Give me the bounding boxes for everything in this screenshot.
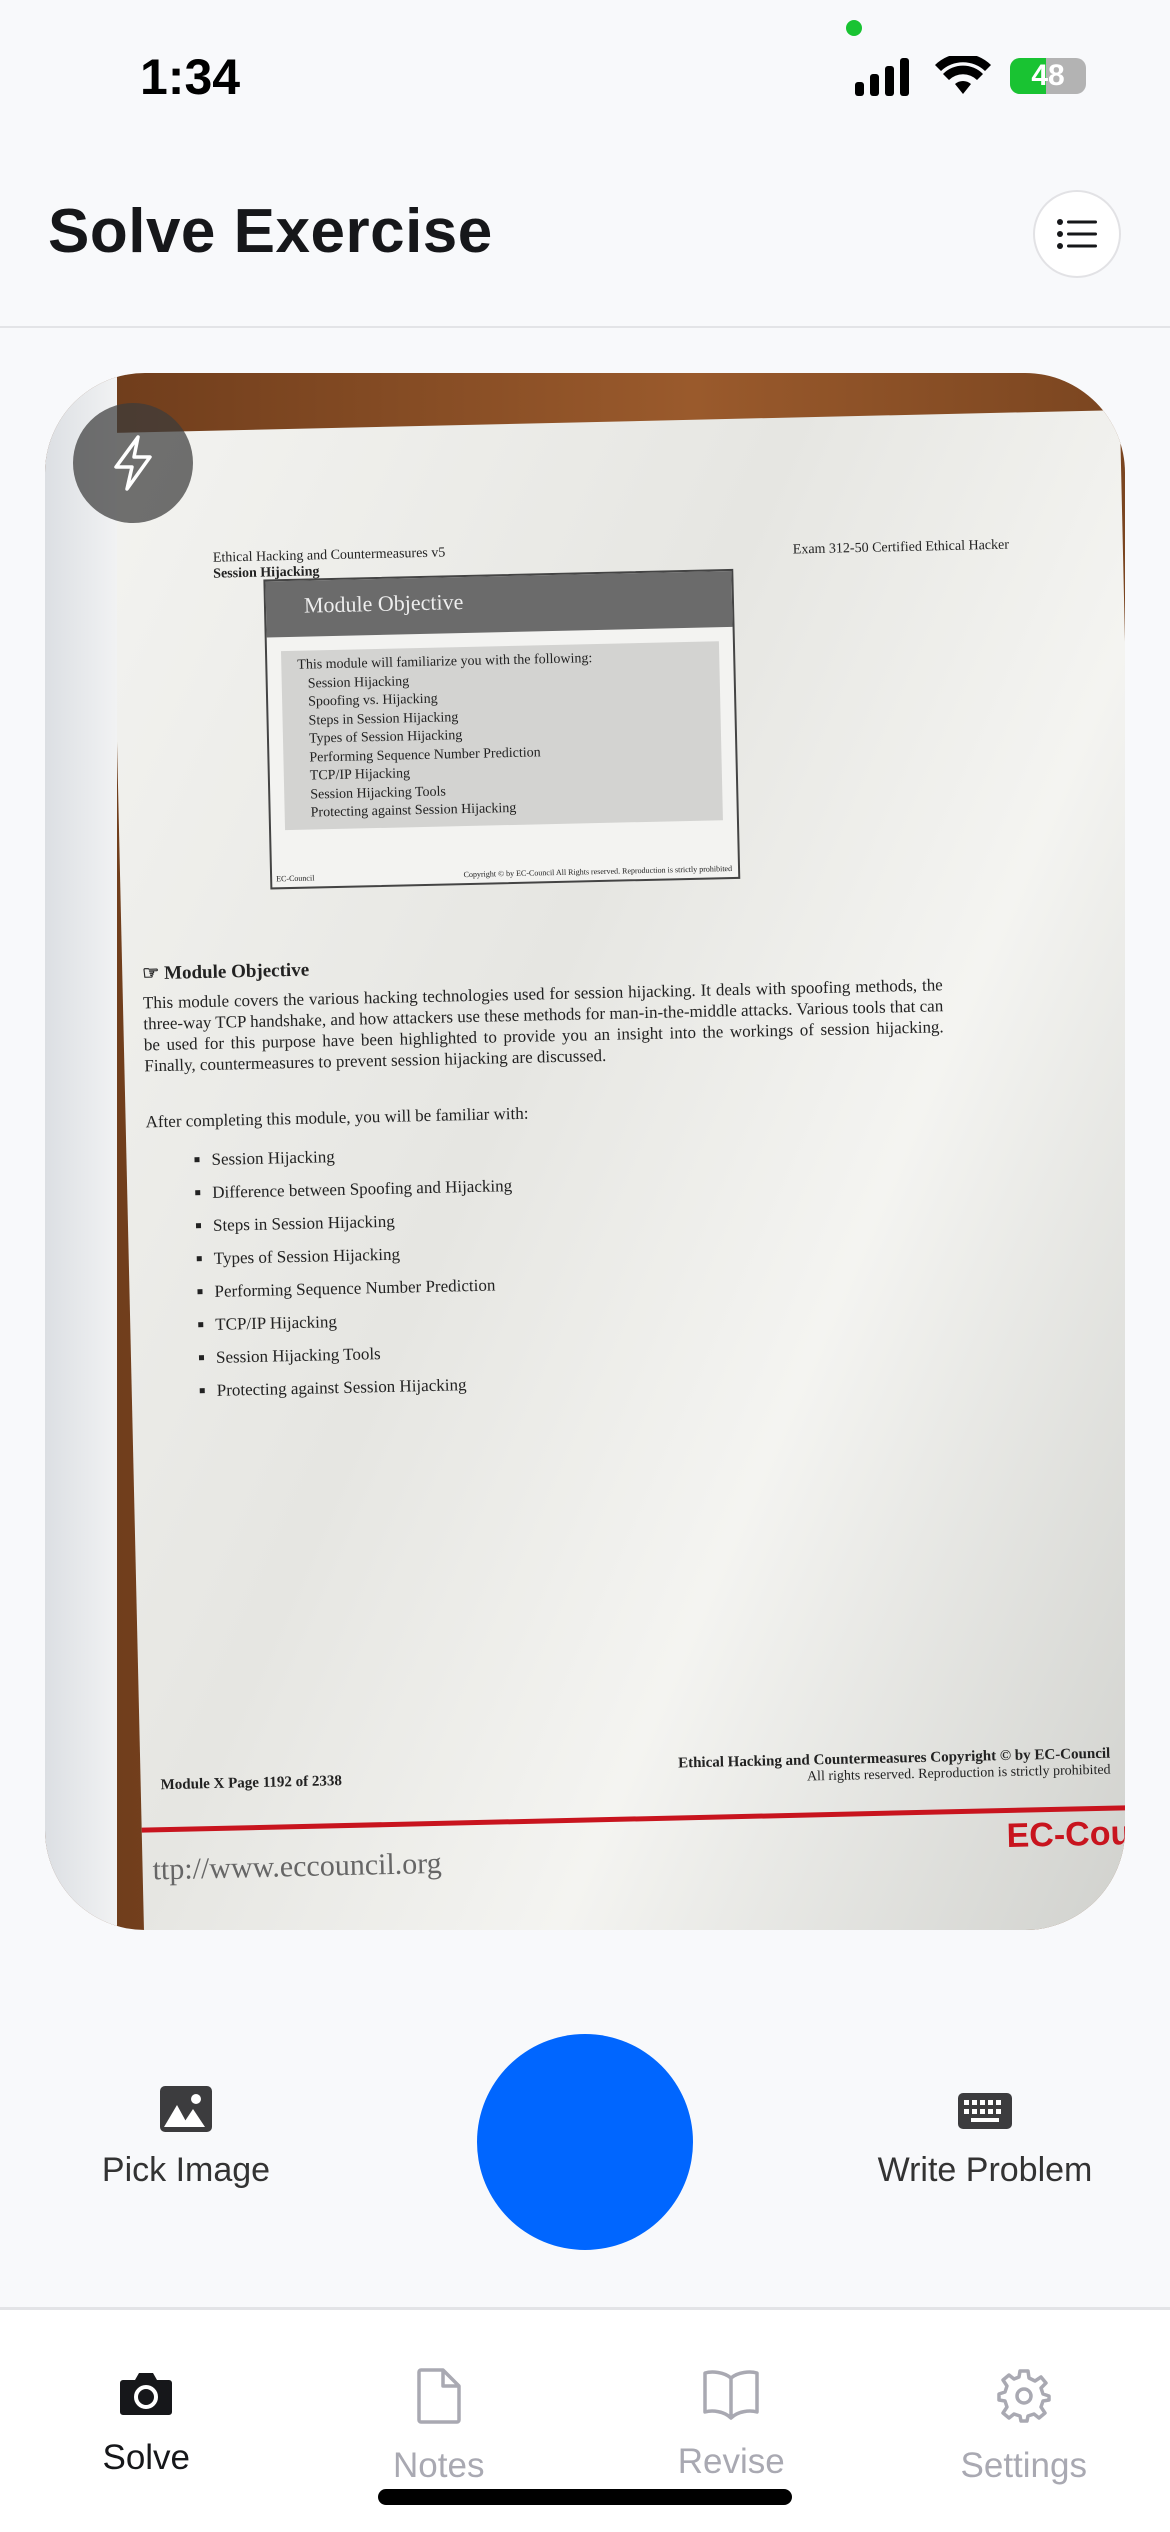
cellular-signal-icon: [855, 58, 909, 96]
slide-footer-right: Copyright © by EC-Council All Rights res…: [463, 864, 733, 880]
battery-level: 48: [1031, 59, 1065, 92]
flash-toggle-button[interactable]: [73, 403, 193, 523]
list-icon: [1057, 219, 1097, 249]
camera-icon: [120, 2373, 173, 2415]
document-page: Ethical Hacking and Countermeasures v5 Se…: [110, 410, 1125, 1930]
camera-preview[interactable]: Ethical Hacking and Countermeasures v5 Se…: [45, 373, 1125, 1930]
doc-bullet: Protecting against Session Hijacking: [216, 1367, 517, 1407]
doc-url: ttp://www.eccouncil.org: [152, 1846, 443, 1887]
tab-label: Revise: [677, 2442, 785, 2481]
doc-bullet-list: Session HijackingDifference between Spoo…: [181, 1136, 517, 1407]
lightning-bolt-icon: [114, 435, 152, 491]
document-icon: [417, 2368, 461, 2424]
shutter-button[interactable]: [477, 2034, 693, 2250]
tab-label: Notes: [393, 2446, 485, 2485]
status-time: 1:34: [140, 49, 241, 105]
doc-after-text: After completing this module, you will b…: [145, 1103, 529, 1132]
write-problem-button[interactable]: Write Problem: [840, 2085, 1130, 2190]
slide-items: Session Hijacking Spoofing vs. Hijacking S…: [298, 666, 707, 823]
doc-red-line: [141, 1804, 1125, 1833]
ec-council-logo: EC-Coun: [1006, 1813, 1125, 1856]
doc-footer-left: Module X Page 1192 of 2338: [160, 1773, 343, 1794]
write-problem-label: Write Problem: [877, 2151, 1093, 2189]
slide-title: Module Objective: [265, 570, 733, 638]
slide-footer-left: EC-Council: [276, 873, 315, 884]
battery-icon: 48: [1010, 58, 1086, 94]
tab-label: Settings: [960, 2446, 1087, 2485]
doc-section-title: ☞ Module Objective: [142, 959, 310, 985]
pick-image-label: Pick Image: [101, 2151, 271, 2189]
tab-settings[interactable]: Settings: [878, 2310, 1170, 2532]
header-divider: [0, 326, 1170, 328]
wifi-icon: [935, 56, 991, 94]
doc-header-right: Exam 312-50 Certified Ethical Hacker: [792, 537, 1010, 558]
list-menu-button[interactable]: [1033, 190, 1121, 278]
doc-bullet: Performing Sequence Number Prediction: [214, 1268, 515, 1308]
doc-footer-right: Ethical Hacking and Countermeasures Copy…: [677, 1745, 1111, 1785]
tab-solve[interactable]: Solve: [0, 2310, 293, 2532]
keyboard-icon: [958, 2093, 1012, 2129]
tab-label: Solve: [102, 2438, 191, 2477]
doc-bullet: Difference between Spoofing and Hijackin…: [212, 1169, 513, 1209]
image-icon: [160, 2086, 212, 2132]
gear-icon: [997, 2369, 1051, 2423]
doc-slide: Module Objective This module will famili…: [263, 568, 741, 890]
facing-page: [45, 373, 117, 1930]
book-icon: [703, 2370, 759, 2420]
home-indicator[interactable]: [378, 2489, 792, 2505]
page-title: Solve Exercise: [48, 197, 493, 266]
privacy-indicator-dot: [846, 20, 862, 36]
doc-paragraph: This module covers the various hacking t…: [142, 975, 944, 1076]
pick-image-button[interactable]: Pick Image: [60, 2085, 312, 2190]
